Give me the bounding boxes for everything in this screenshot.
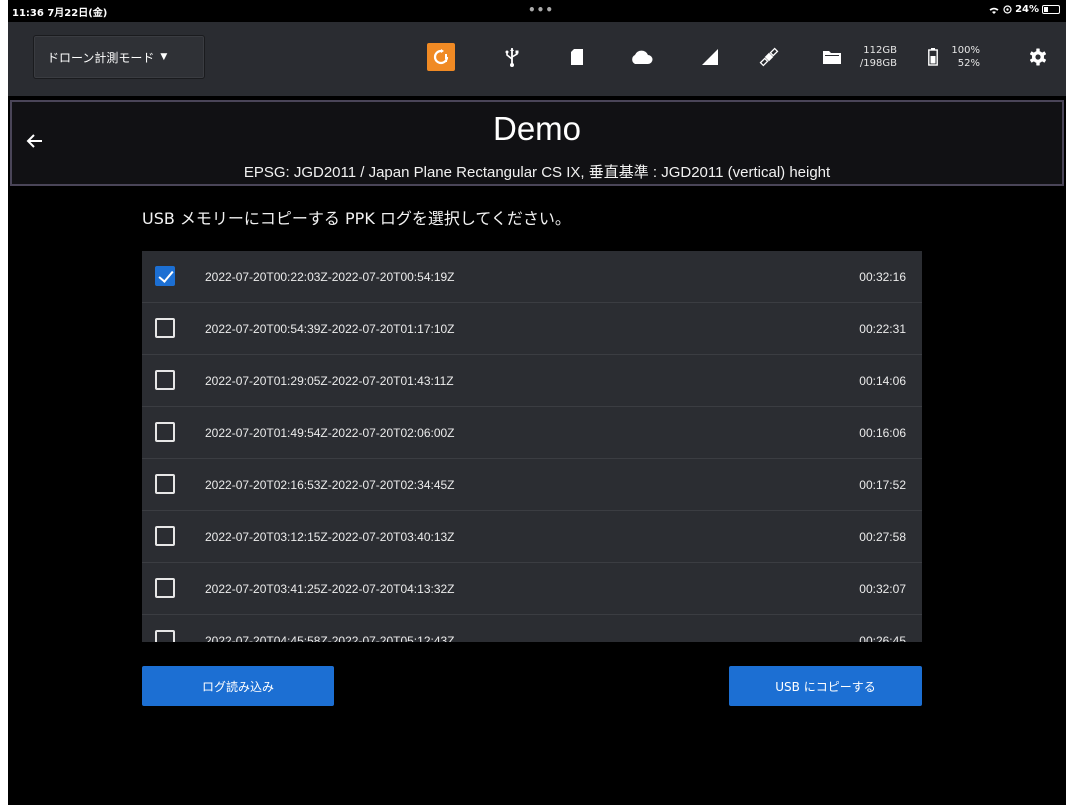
sd-card-icon[interactable]	[569, 44, 585, 70]
log-row[interactable]: 2022-07-20T03:41:25Z-2022-07-20T04:13:32…	[142, 563, 922, 615]
storage-free: 112GB	[863, 45, 897, 56]
screen-bezel-right	[1066, 0, 1074, 805]
app-screen: 11:36 7月22日(金) ••• 24% ドローン計測モード ▼ 112GB…	[0, 0, 1074, 805]
log-duration: 00:32:07	[859, 581, 906, 596]
battery-level-1: 100%	[951, 45, 980, 56]
multitask-dots[interactable]: •••	[528, 3, 554, 17]
log-name: 2022-07-20T01:29:05Z-2022-07-20T01:43:11…	[205, 373, 454, 388]
storage-readout: 112GB /198GB	[853, 44, 897, 70]
log-checkbox[interactable]	[155, 370, 175, 390]
log-duration: 00:27:58	[859, 529, 906, 544]
storage-total: /198GB	[859, 58, 897, 69]
battery-percent: 24%	[1015, 4, 1039, 15]
ios-status-bar: 11:36 7月22日(金) ••• 24%	[8, 0, 1066, 22]
log-row[interactable]: 2022-07-20T01:49:54Z-2022-07-20T02:06:00…	[142, 407, 922, 459]
log-row[interactable]: 2022-07-20T04:45:58Z-2022-07-20T05:12:43…	[142, 615, 922, 642]
log-row[interactable]: 2022-07-20T00:22:03Z-2022-07-20T00:54:19…	[142, 251, 922, 303]
log-row[interactable]: 2022-07-20T03:12:15Z-2022-07-20T03:40:13…	[142, 511, 922, 563]
mode-dropdown[interactable]: ドローン計測モード ▼	[33, 35, 205, 79]
ppk-log-list[interactable]: 2022-07-20T00:22:03Z-2022-07-20T00:54:19…	[142, 251, 922, 642]
satellite-icon[interactable]	[758, 44, 780, 70]
log-checkbox[interactable]	[155, 266, 175, 286]
log-duration: 00:22:31	[859, 321, 906, 336]
location-lock-icon	[1003, 5, 1012, 14]
battery-icon	[1042, 5, 1060, 14]
log-name: 2022-07-20T04:45:58Z-2022-07-20T05:12:43…	[205, 633, 455, 643]
log-checkbox[interactable]	[155, 422, 175, 442]
log-row[interactable]: 2022-07-20T01:29:05Z-2022-07-20T01:43:11…	[142, 355, 922, 407]
page-title: Demo	[492, 110, 582, 147]
log-duration: 00:14:06	[859, 373, 906, 388]
log-checkbox[interactable]	[155, 526, 175, 546]
signal-icon[interactable]	[700, 44, 720, 70]
log-duration: 00:32:16	[859, 269, 906, 284]
crs-subtitle: EPSG: JGD2011 / Japan Plane Rectangular …	[243, 164, 831, 181]
log-checkbox[interactable]	[155, 474, 175, 494]
log-duration: 00:16:06	[859, 425, 906, 440]
log-checkbox[interactable]	[155, 318, 175, 338]
log-name: 2022-07-20T00:22:03Z-2022-07-20T00:54:19…	[205, 269, 455, 284]
log-duration: 00:26:45	[859, 633, 906, 643]
log-checkbox[interactable]	[155, 630, 175, 642]
log-row[interactable]: 2022-07-20T02:16:53Z-2022-07-20T02:34:45…	[142, 459, 922, 511]
page-header: Demo EPSG: JGD2011 / Japan Plane Rectang…	[10, 100, 1064, 186]
status-time: 11:36 7月22日(金)	[12, 8, 108, 19]
cloud-icon[interactable]	[628, 44, 654, 70]
folder-icon[interactable]	[821, 44, 843, 70]
gear-icon[interactable]	[1028, 44, 1048, 70]
copy-to-usb-button[interactable]: USB にコピーする	[729, 666, 922, 706]
log-name: 2022-07-20T02:16:53Z-2022-07-20T02:34:45…	[205, 477, 455, 492]
battery-readout: 100% 52%	[948, 44, 980, 70]
log-name: 2022-07-20T03:12:15Z-2022-07-20T03:40:13…	[205, 529, 455, 544]
usb-icon[interactable]	[504, 44, 520, 70]
battery-level-2: 52%	[957, 58, 980, 69]
log-name: 2022-07-20T01:49:54Z-2022-07-20T02:06:00…	[205, 425, 455, 440]
warning-icon[interactable]	[427, 43, 455, 71]
log-name: 2022-07-20T00:54:39Z-2022-07-20T01:17:10…	[205, 321, 455, 336]
instruction-text: USB メモリーにコピーする PPK ログを選択してください。	[142, 209, 571, 228]
log-row[interactable]: 2022-07-20T00:54:39Z-2022-07-20T01:17:10…	[142, 303, 922, 355]
log-checkbox[interactable]	[155, 578, 175, 598]
caret-down-icon: ▼	[160, 52, 168, 62]
battery-icon[interactable]	[926, 44, 940, 70]
toolbar: ドローン計測モード ▼ 112GB /198GB 100% 52%	[8, 22, 1066, 96]
mode-dropdown-label: ドローン計測モード	[47, 50, 155, 65]
log-name: 2022-07-20T03:41:25Z-2022-07-20T04:13:32…	[205, 581, 455, 596]
wifi-icon	[989, 7, 999, 14]
log-duration: 00:17:52	[859, 477, 906, 492]
screen-bezel-left	[0, 0, 8, 805]
load-logs-button[interactable]: ログ読み込み	[142, 666, 334, 706]
status-indicators: 24%	[988, 4, 1060, 15]
